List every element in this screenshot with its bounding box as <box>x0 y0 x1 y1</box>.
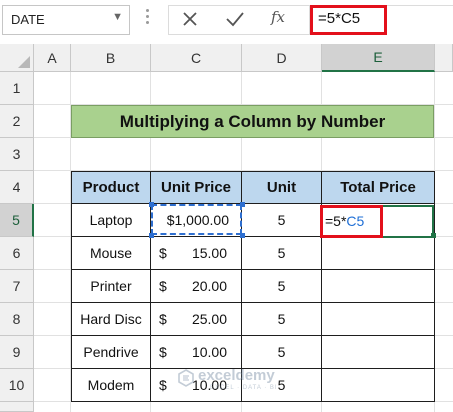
enter-check-icon[interactable] <box>225 10 245 28</box>
row-header-2[interactable]: 2 <box>0 105 34 138</box>
cell-unit[interactable]: 5 <box>242 336 322 369</box>
cell-price-value: 20.00 <box>191 278 227 294</box>
fill-handle[interactable] <box>431 233 436 238</box>
cell-unit-price[interactable]: $ 25.00 <box>151 303 242 336</box>
cell-product[interactable]: Printer <box>71 270 151 303</box>
row-header-5[interactable]: 5 <box>0 204 34 237</box>
column-header-b[interactable]: B <box>71 44 151 72</box>
row-header-11[interactable] <box>0 402 34 412</box>
cell-unit[interactable]: 5 <box>242 270 322 303</box>
column-header-f[interactable] <box>435 44 453 72</box>
row-header-7[interactable]: 7 <box>0 270 34 303</box>
insert-function-icon[interactable]: fx <box>271 8 285 26</box>
cancel-icon[interactable] <box>181 10 199 28</box>
column-header-a[interactable]: A <box>34 44 71 72</box>
header-product[interactable]: Product <box>71 171 151 204</box>
more-options-icon[interactable] <box>146 9 149 31</box>
cell-price-value: 25.00 <box>191 311 227 327</box>
name-box[interactable]: DATE ▼ <box>2 5 130 35</box>
cell-unit[interactable]: 5 <box>242 303 322 336</box>
cell-product[interactable]: Mouse <box>71 237 151 270</box>
row-header-4[interactable]: 4 <box>0 171 34 204</box>
cell-total-price[interactable] <box>322 369 435 402</box>
cell-unit[interactable]: 5 <box>242 204 322 237</box>
selection-handle[interactable] <box>240 202 245 207</box>
cell-total-price[interactable] <box>322 336 435 369</box>
cell-total-price[interactable] <box>322 237 435 270</box>
active-cell-border <box>383 205 434 238</box>
reference-selection <box>151 204 242 235</box>
header-unit[interactable]: Unit <box>242 171 322 204</box>
formula-prefix: =5* <box>325 213 347 229</box>
header-unit-price[interactable]: Unit Price <box>151 171 242 204</box>
cell-price-value: 10.00 <box>191 344 227 360</box>
cell-total-price[interactable] <box>322 270 435 303</box>
column-header-d[interactable]: D <box>242 44 322 72</box>
edit-cell-formula[interactable]: =5*C5 <box>325 213 364 229</box>
column-header-c[interactable]: C <box>151 44 242 72</box>
currency-symbol: $ <box>159 344 167 360</box>
selection-handle[interactable] <box>149 233 154 238</box>
watermark: exceldemy EXCEL · DATA · BI <box>178 366 308 396</box>
currency-symbol: $ <box>159 311 167 327</box>
select-all-corner[interactable] <box>0 44 34 72</box>
chevron-down-icon[interactable]: ▼ <box>112 11 123 23</box>
exceldemy-logo-icon <box>178 369 194 387</box>
formula-text[interactable]: =5*C5 <box>318 10 360 27</box>
row-header-3[interactable]: 3 <box>0 138 34 171</box>
row-header-1[interactable]: 1 <box>0 72 34 105</box>
name-box-value: DATE <box>11 12 45 27</box>
selection-handle[interactable] <box>149 202 154 207</box>
formula-reference: C5 <box>346 213 365 229</box>
cell-unit-price[interactable]: $ 20.00 <box>151 270 242 303</box>
cell-unit-price[interactable]: $ 15.00 <box>151 237 242 270</box>
cell-price-value: 15.00 <box>191 245 227 261</box>
currency-symbol: $ <box>159 245 167 261</box>
cell-unit-price[interactable]: $ 10.00 <box>151 336 242 369</box>
row-header-6[interactable]: 6 <box>0 237 34 270</box>
currency-symbol: $ <box>159 377 167 393</box>
cell-product[interactable]: Modem <box>71 369 151 402</box>
cell-product[interactable]: Pendrive <box>71 336 151 369</box>
row-header-9[interactable]: 9 <box>0 336 34 369</box>
column-header-e[interactable]: E <box>322 44 435 72</box>
watermark-tagline: EXCEL · DATA · BI <box>210 385 278 391</box>
sheet-title[interactable]: Multiplying a Column by Number <box>71 105 434 138</box>
row-header-8[interactable]: 8 <box>0 303 34 336</box>
currency-symbol: $ <box>159 278 167 294</box>
row-header-10[interactable]: 10 <box>0 369 34 402</box>
cell-total-price[interactable] <box>322 303 435 336</box>
cell-unit[interactable]: 5 <box>242 237 322 270</box>
cell-product[interactable]: Laptop <box>71 204 151 237</box>
watermark-name: exceldemy <box>198 367 275 384</box>
cell-product[interactable]: Hard Disc <box>71 303 151 336</box>
header-total-price[interactable]: Total Price <box>322 171 435 204</box>
selection-handle[interactable] <box>240 233 245 238</box>
